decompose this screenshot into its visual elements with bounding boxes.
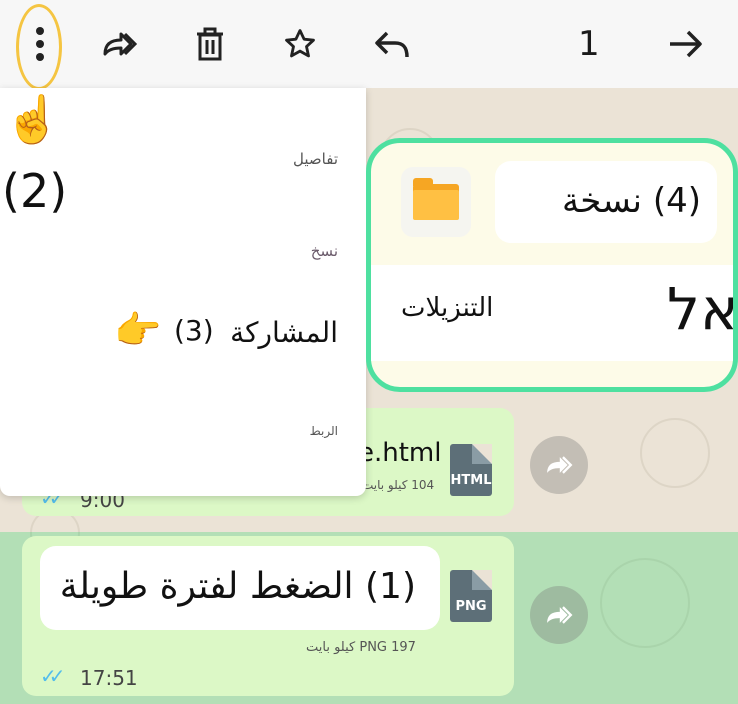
html-file-icon: HTML: [450, 444, 492, 496]
menu-item-share[interactable]: المشاركة: [230, 316, 338, 349]
downloads-row[interactable]: التنزيلات אל: [371, 265, 738, 361]
message-time: 17:51: [80, 666, 138, 690]
selected-count: 1: [578, 24, 600, 64]
overflow-menu: تفاصيل نسخ المشاركة (3) 👉 الربط: [0, 88, 366, 496]
delete-icon[interactable]: [188, 22, 232, 66]
menu-button-highlight: [16, 4, 62, 90]
reply-icon[interactable]: [370, 22, 414, 66]
downloads-prefix: אל: [667, 275, 738, 343]
downloads-card: (4) نسخة التنزيلات אל: [366, 138, 738, 392]
arrow-right-icon[interactable]: [664, 22, 708, 66]
forward-message-button[interactable]: [530, 586, 588, 644]
forward-icon[interactable]: [98, 22, 142, 66]
file-name: e.html: [358, 438, 442, 468]
step3-label: (3): [174, 314, 214, 347]
downloads-label: التنزيلات: [401, 293, 494, 323]
step1-label: (1) الضغط لفترة طويلة: [40, 546, 440, 630]
file-size: 197 PNG كيلو بايت: [306, 640, 416, 655]
menu-item-details[interactable]: تفاصيل: [293, 150, 338, 168]
forward-message-button[interactable]: [530, 436, 588, 494]
read-ticks-icon: ✓✓: [40, 664, 65, 688]
menu-item-link[interactable]: الربط: [310, 424, 338, 438]
file-size: 104 كيلو بايت: [362, 478, 435, 492]
star-icon[interactable]: [278, 22, 322, 66]
step2-label: (2): [2, 164, 68, 218]
png-file-icon: PNG: [450, 570, 492, 622]
pointing-hand-icon: 👉: [114, 308, 162, 352]
folder-icon: [401, 167, 471, 237]
pointing-up-icon: ☝️: [4, 92, 62, 146]
selection-toolbar: 1: [0, 0, 738, 88]
menu-item-copy[interactable]: نسخ: [311, 242, 338, 260]
step4-label: (4) نسخة: [495, 161, 717, 243]
